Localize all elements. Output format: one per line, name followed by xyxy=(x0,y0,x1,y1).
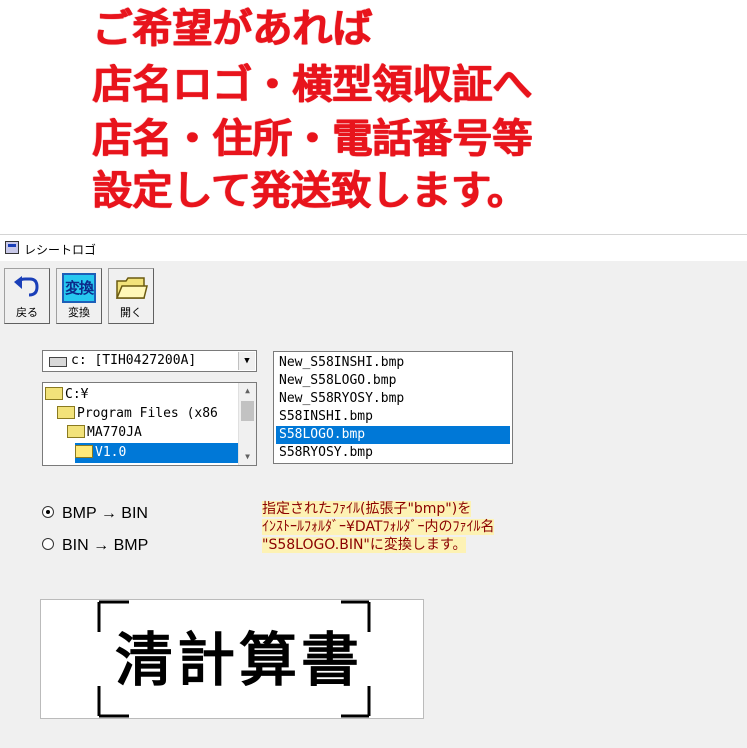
note-line-1: 指定されたﾌｧｲﾙ(拡張子"bmp")を xyxy=(262,501,472,517)
note-line-3: "S58LOGO.BIN"に変換します。 xyxy=(262,537,467,553)
preview-canvas: 清計算書 xyxy=(97,600,371,718)
scroll-up-icon[interactable]: ▲ xyxy=(239,383,256,399)
dir-item-label: V1.0 xyxy=(95,445,127,460)
back-label: 戻る xyxy=(16,307,38,319)
folder-icon xyxy=(57,406,75,419)
note-line-2: ｲﾝｽﾄｰﾙﾌｫﾙﾀﾞｰ¥DATﾌｫﾙﾀﾞｰ内のﾌｧｲﾙ名 xyxy=(262,519,495,535)
window-title: レシートロゴ xyxy=(24,243,97,257)
open-label: 開く xyxy=(120,307,142,319)
dir-item-label: Program Files (x86 xyxy=(77,406,218,421)
file-item[interactable]: New_S58INSHI.bmp xyxy=(276,354,510,372)
banner-line-2: 店名ロゴ・横型領収証へ xyxy=(92,62,532,108)
directory-scrollbar[interactable]: ▲ ▼ xyxy=(238,383,256,465)
directory-list[interactable]: C:¥ Program Files (x86 MA770JA V1.0 ▲ ▼ xyxy=(42,382,257,466)
convert-icon: 変換 xyxy=(62,273,96,303)
radio-unchecked-icon[interactable] xyxy=(42,537,54,550)
app-icon xyxy=(5,241,19,254)
banner-line-1: ご希望があれば xyxy=(92,6,372,52)
banner-line-3: 店名・住所・電話番号等 xyxy=(92,116,532,162)
promo-banner: ご希望があれば 店名ロゴ・横型領収証へ 店名・住所・電話番号等 設定して発送致し… xyxy=(0,0,747,232)
dir-item[interactable]: MA770JA xyxy=(67,423,142,443)
file-item[interactable]: New_S58LOGO.bmp xyxy=(276,372,510,390)
logo-text: 清計算書 xyxy=(115,626,363,694)
dir-item-label: C:¥ xyxy=(65,387,89,402)
file-item[interactable]: New_S58RYOSY.bmp xyxy=(276,390,510,408)
back-button[interactable]: 戻る xyxy=(4,268,50,324)
convert-label: 変換 xyxy=(68,307,90,319)
option-bin-to-bmp-label: BIN → BMP xyxy=(62,537,149,554)
scroll-down-icon[interactable]: ▼ xyxy=(239,449,256,465)
radio-checked-icon[interactable] xyxy=(42,505,54,518)
file-item[interactable]: S58RYOSY.bmp xyxy=(276,444,510,462)
option-bin-to-bmp[interactable]: BIN → BMP xyxy=(42,537,148,555)
drive-value: c: [TIH0427200A] xyxy=(71,353,197,368)
open-folder-icon xyxy=(75,445,93,458)
folder-icon xyxy=(67,425,85,438)
open-folder-icon xyxy=(115,277,148,299)
logo-preview: 清計算書 xyxy=(40,599,424,719)
title-bar[interactable]: レシートロゴ xyxy=(0,235,747,261)
option-bmp-to-bin-label: BMP → BIN xyxy=(62,505,148,522)
dir-item[interactable]: Program Files (x86 xyxy=(57,404,218,424)
undo-arrow-icon xyxy=(14,276,39,297)
dir-item-selected[interactable]: V1.0 xyxy=(75,443,240,463)
drive-select[interactable]: c: [TIH0427200A] ▼ xyxy=(42,350,257,372)
drive-icon xyxy=(49,357,67,367)
toolbar: 戻る 変換 変換 開く xyxy=(0,262,160,326)
option-bmp-to-bin[interactable]: BMP → BIN xyxy=(42,505,148,523)
file-item-selected[interactable]: S58LOGO.bmp xyxy=(276,426,510,444)
receipt-logo-window: レシートロゴ 戻る 変換 変換 開く c: [TIH0427200A] ▼ C:… xyxy=(0,234,747,748)
open-button[interactable]: 開く xyxy=(108,268,154,324)
file-list[interactable]: New_S58INSHI.bmp New_S58LOGO.bmp New_S58… xyxy=(273,351,513,464)
file-item[interactable]: S58INSHI.bmp xyxy=(276,408,510,426)
folder-icon xyxy=(45,387,63,400)
scroll-thumb[interactable] xyxy=(241,401,254,421)
chevron-down-icon[interactable]: ▼ xyxy=(238,352,255,370)
conversion-note: 指定されたﾌｧｲﾙ(拡張子"bmp")を ｲﾝｽﾄｰﾙﾌｫﾙﾀﾞｰ¥DATﾌｫﾙ… xyxy=(262,500,495,554)
dir-item[interactable]: C:¥ xyxy=(45,385,88,405)
banner-line-4: 設定して発送致します。 xyxy=(92,168,527,214)
dir-item-label: MA770JA xyxy=(87,425,142,440)
convert-button[interactable]: 変換 変換 xyxy=(56,268,102,324)
